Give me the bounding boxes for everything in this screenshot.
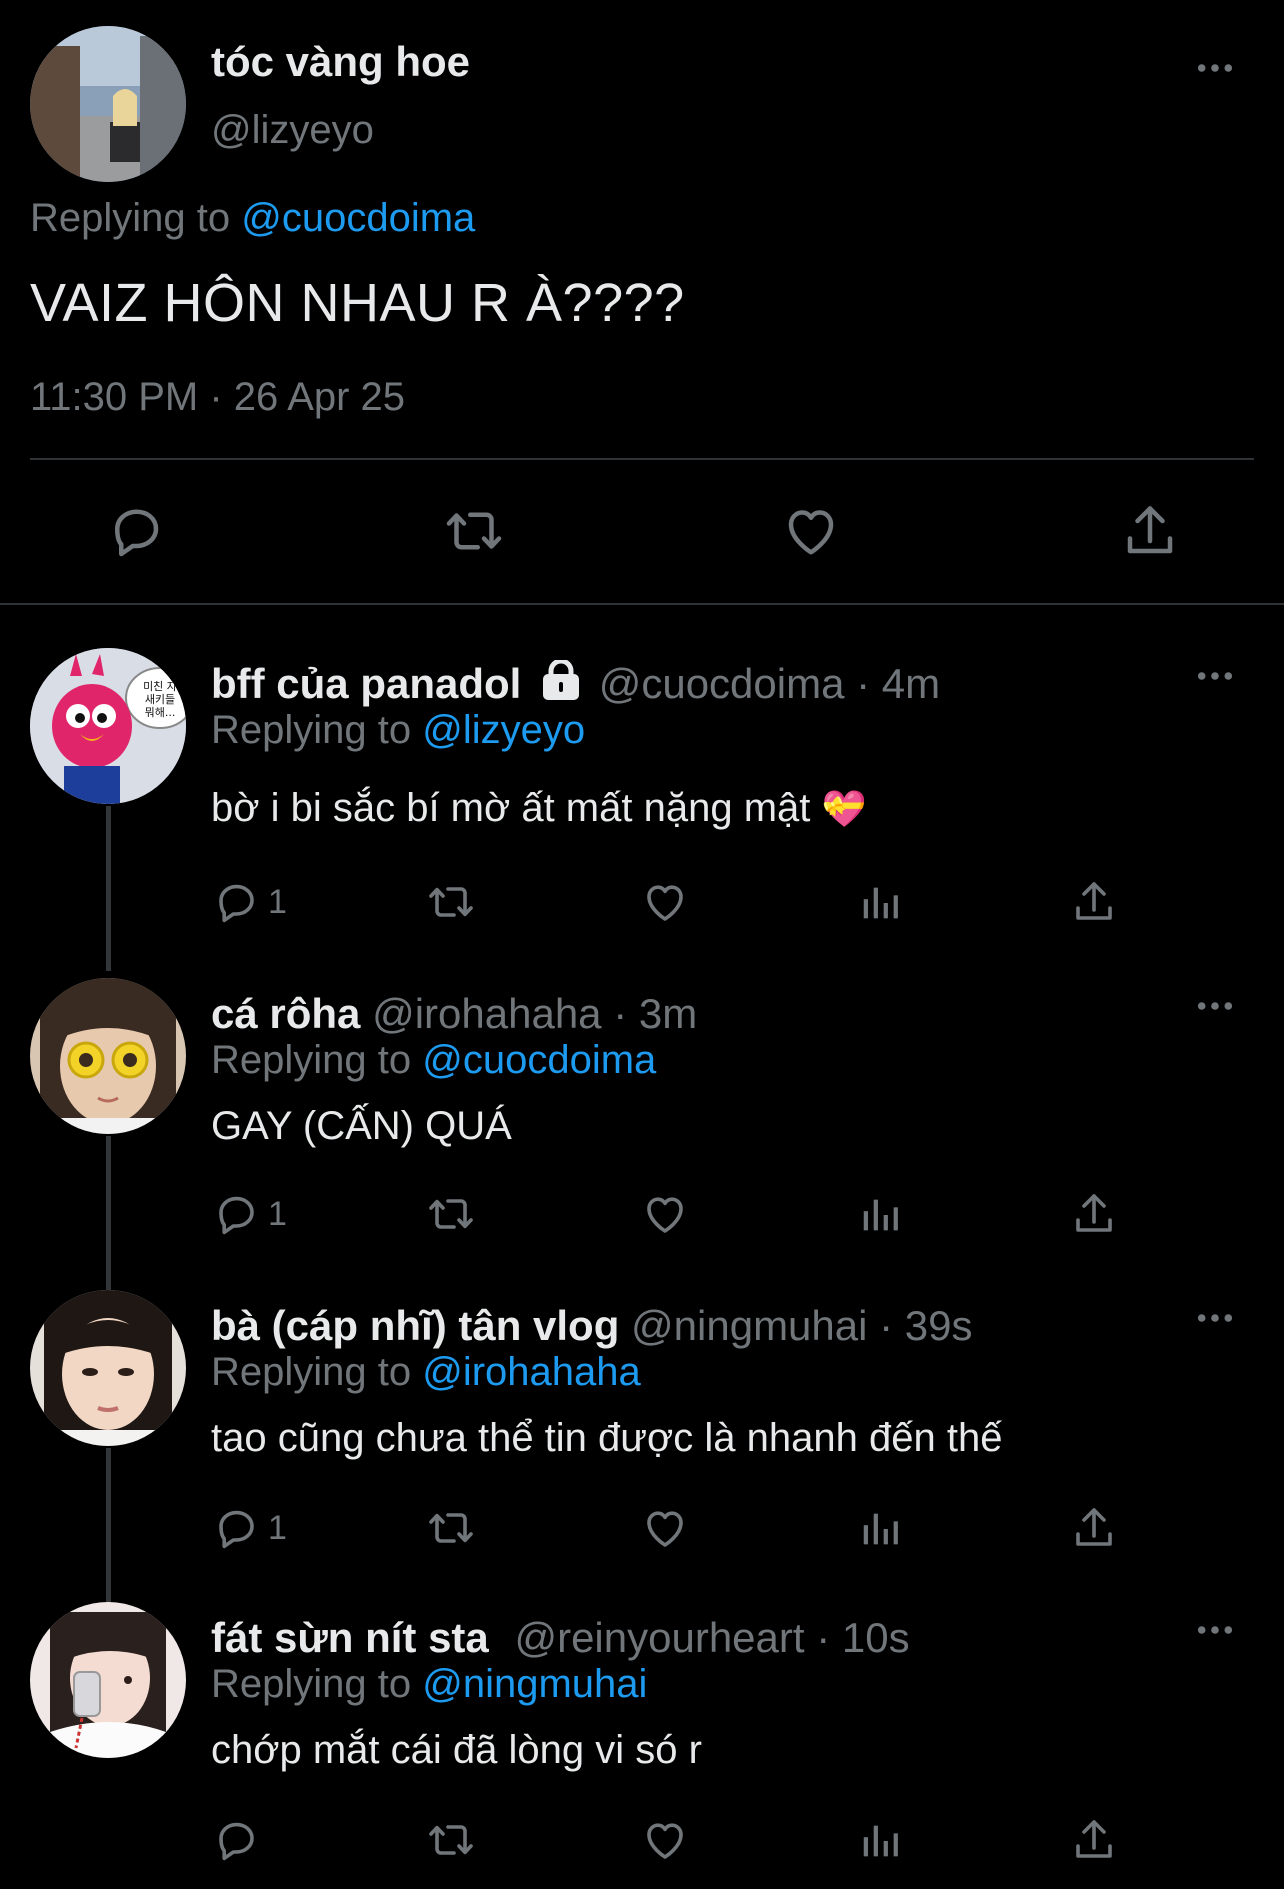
tweet-text: VAIZ HÔN NHAU R À???? xyxy=(30,273,685,333)
replying-prefix: Replying to xyxy=(211,1350,423,1394)
share-icon[interactable] xyxy=(1120,501,1180,561)
handle[interactable]: @irohahaha xyxy=(372,990,601,1037)
time[interactable]: · 10s xyxy=(816,1614,909,1661)
views-icon[interactable] xyxy=(858,1192,904,1238)
time[interactable]: · 3m xyxy=(613,990,697,1037)
display-name[interactable]: tóc vàng hoe xyxy=(211,38,470,86)
display-name[interactable]: cá rôha xyxy=(211,990,360,1037)
svg-text:미친 자: 미친 자 xyxy=(143,680,177,693)
replying-to-link[interactable]: @ningmuhai xyxy=(422,1662,647,1706)
reply-button[interactable] xyxy=(212,1816,268,1864)
handle[interactable]: @lizyeyo xyxy=(211,108,374,153)
thread-line xyxy=(106,1136,111,1290)
replying-to: Replying to @cuocdoima xyxy=(211,1038,656,1083)
replying-prefix: Replying to xyxy=(30,196,242,240)
tweet-text: bờ i bi sắc bí mờ ất mất nặng mật 💝 xyxy=(211,786,866,831)
replying-to: Replying to @cuocdoima xyxy=(30,196,475,241)
more-icon[interactable] xyxy=(1196,670,1234,682)
reply-icon[interactable] xyxy=(106,501,166,561)
lock-icon xyxy=(541,660,581,702)
thread-line xyxy=(106,806,111,971)
divider xyxy=(0,603,1284,605)
retweet-icon[interactable] xyxy=(424,878,478,926)
time[interactable]: · 4m xyxy=(856,660,940,707)
handle[interactable]: @cuocdoima xyxy=(599,660,845,707)
reply-icon xyxy=(212,1190,260,1238)
views-icon[interactable] xyxy=(858,880,904,926)
views-icon[interactable] xyxy=(858,1506,904,1552)
reply-button[interactable]: 1 xyxy=(212,878,287,926)
reply-count: 1 xyxy=(268,1508,287,1547)
like-icon[interactable] xyxy=(640,1190,690,1238)
display-name[interactable]: bff của panadol xyxy=(211,660,521,707)
replying-to: Replying to @ningmuhai xyxy=(211,1662,647,1707)
heart-gift-emoji: 💝 xyxy=(821,788,867,829)
more-icon[interactable] xyxy=(1196,1624,1234,1636)
svg-text:새키들: 새키들 xyxy=(145,693,175,706)
handle[interactable]: @ningmuhai xyxy=(631,1302,867,1349)
reply-icon xyxy=(212,1816,260,1864)
avatar[interactable]: 미친 자 새키들 뭐해... xyxy=(30,648,186,804)
replying-prefix: Replying to xyxy=(211,1038,423,1082)
divider xyxy=(30,458,1254,460)
retweet-icon[interactable] xyxy=(424,1190,478,1238)
tweet-text: chớp mắt cái đã lòng vi só r xyxy=(211,1728,702,1772)
avatar[interactable] xyxy=(30,1290,186,1446)
replying-prefix: Replying to xyxy=(211,708,423,752)
share-icon[interactable] xyxy=(1070,1816,1118,1864)
handle[interactable]: @reinyourheart xyxy=(514,1614,804,1661)
more-icon[interactable] xyxy=(1196,1000,1234,1012)
time[interactable]: · 39s xyxy=(879,1302,972,1349)
retweet-icon[interactable] xyxy=(424,1504,478,1552)
avatar[interactable] xyxy=(30,978,186,1134)
more-icon[interactable] xyxy=(1196,62,1234,74)
reply-button[interactable]: 1 xyxy=(212,1190,287,1238)
share-icon[interactable] xyxy=(1070,1504,1118,1552)
display-name[interactable]: bà (cáp nhĩ) tân vlog xyxy=(211,1302,619,1349)
svg-text:뭐해...: 뭐해... xyxy=(145,705,176,719)
reply-icon xyxy=(212,1504,260,1552)
replying-prefix: Replying to xyxy=(211,1662,423,1706)
share-icon[interactable] xyxy=(1070,1190,1118,1238)
share-icon[interactable] xyxy=(1070,878,1118,926)
reply-count: 1 xyxy=(268,1194,287,1233)
tweet-text: tao cũng chưa thể tin được là nhanh đến … xyxy=(211,1416,1003,1460)
replying-to-link[interactable]: @irohahaha xyxy=(422,1350,641,1394)
replying-to: Replying to @irohahaha xyxy=(211,1350,641,1395)
more-icon[interactable] xyxy=(1196,1312,1234,1324)
replying-to-link[interactable]: @cuocdoima xyxy=(422,1038,656,1082)
replying-to-link[interactable]: @lizyeyo xyxy=(422,708,585,752)
thread-line xyxy=(106,1448,111,1602)
display-name[interactable]: fát sừn nít sta xyxy=(211,1614,489,1661)
like-icon[interactable] xyxy=(780,501,842,561)
replying-to: Replying to @lizyeyo xyxy=(211,708,585,753)
avatar[interactable] xyxy=(30,1602,186,1758)
views-icon[interactable] xyxy=(858,1818,904,1864)
retweet-icon[interactable] xyxy=(442,501,506,561)
tweet-text: GAY (CẤN) QUÁ xyxy=(211,1104,512,1148)
avatar[interactable] xyxy=(30,26,186,182)
reply-count: 1 xyxy=(268,882,287,921)
like-icon[interactable] xyxy=(640,1816,690,1864)
replying-to-link[interactable]: @cuocdoima xyxy=(241,196,475,240)
timestamp[interactable]: 11:30 PM · 26 Apr 25 xyxy=(30,375,405,420)
tweet-text-body: bờ i bi sắc bí mờ ất mất nặng mật xyxy=(211,786,811,830)
reply-button[interactable]: 1 xyxy=(212,1504,287,1552)
like-icon[interactable] xyxy=(640,878,690,926)
reply-icon xyxy=(212,878,260,926)
like-icon[interactable] xyxy=(640,1504,690,1552)
retweet-icon[interactable] xyxy=(424,1816,478,1864)
